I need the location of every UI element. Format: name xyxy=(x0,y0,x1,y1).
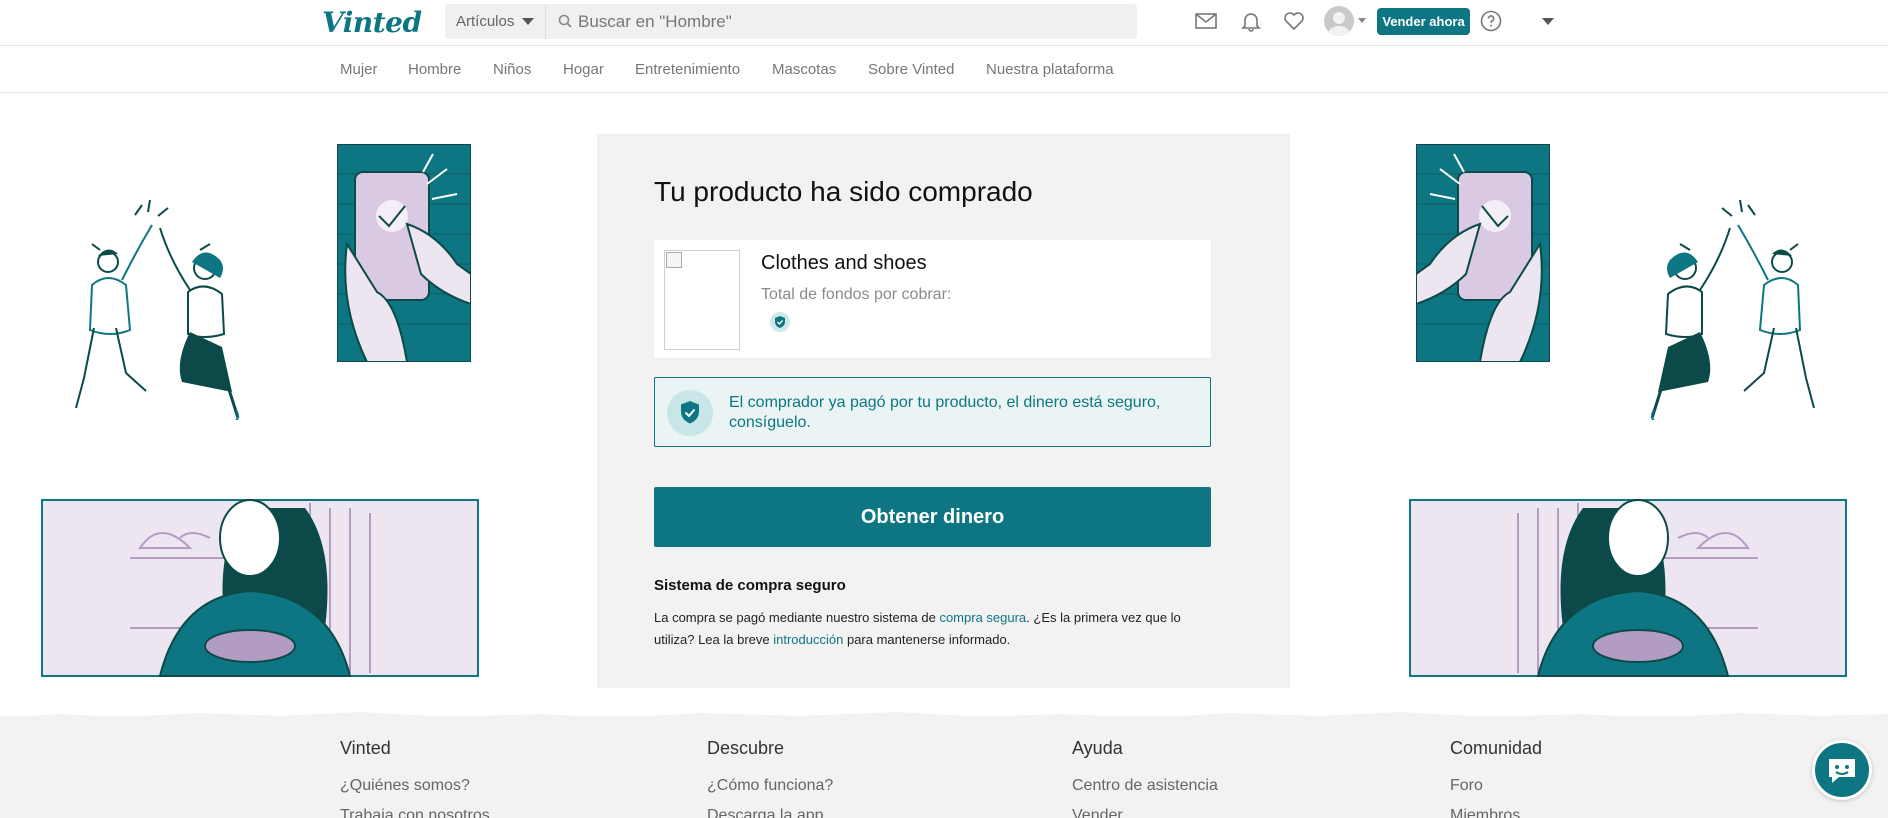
footer-col-descubre: Descubre ¿Cómo funciona? Descarga la app xyxy=(707,738,833,818)
chat-support-button[interactable] xyxy=(1812,740,1872,800)
shield-check-icon xyxy=(667,390,713,436)
secure-purchase-link[interactable]: compra segura xyxy=(939,610,1026,625)
nav-item-mascotas[interactable]: Mascotas xyxy=(772,61,836,78)
footer-heading: Descubre xyxy=(707,738,785,758)
page: Vinted Artículos Buscar en "Hombre" Vend… xyxy=(0,0,1888,818)
sell-now-button[interactable]: Vender ahora xyxy=(1377,8,1470,35)
footer-heading: Ayuda xyxy=(1072,738,1123,758)
category-select[interactable]: Artículos xyxy=(445,4,546,39)
broken-image-icon xyxy=(666,252,682,268)
vinted-logo[interactable]: Vinted xyxy=(322,6,422,39)
footer-link[interactable]: Centro de asistencia xyxy=(1072,777,1218,795)
nav-item-hombre[interactable]: Hombre xyxy=(408,61,461,78)
footer-link[interactable]: Miembros xyxy=(1450,807,1542,818)
nav-item-sobre-vinted[interactable]: Sobre Vinted xyxy=(868,61,954,78)
purchase-confirmation-card: Tu producto ha sido comprado Clothes and… xyxy=(597,134,1290,688)
footer-link[interactable]: ¿Quiénes somos? xyxy=(340,777,490,795)
closet-woman-illustration-left xyxy=(41,499,479,677)
footer-link[interactable]: Trabaja con nosotros xyxy=(340,807,490,818)
item-title: Clothes and shoes xyxy=(761,252,927,274)
search-bar: Artículos xyxy=(445,4,1137,39)
bell-icon[interactable] xyxy=(1239,9,1263,33)
search-icon xyxy=(558,14,572,28)
shield-check-icon xyxy=(770,312,790,332)
get-money-button[interactable]: Obtener dinero xyxy=(654,487,1211,547)
footer: Vinted ¿Quiénes somos? Trabaja con nosot… xyxy=(0,716,1888,818)
footer-link[interactable]: Vender xyxy=(1072,807,1218,818)
high-five-illustration-right xyxy=(1650,200,1815,420)
closet-woman-illustration-right xyxy=(1409,499,1847,677)
introduction-link[interactable]: introducción xyxy=(773,632,843,647)
top-header: Vinted Artículos Buscar en "Hombre" Vend… xyxy=(0,0,1888,46)
page-title: Tu producto ha sido comprado xyxy=(654,176,1033,207)
alert-message: El comprador ya pagó por tu producto, el… xyxy=(729,394,1161,431)
category-select-label: Artículos xyxy=(456,13,515,30)
footer-link[interactable]: Descarga la app xyxy=(707,807,833,818)
secure-text-part: para mantenerse informado. xyxy=(843,632,1011,647)
footer-heading: Comunidad xyxy=(1450,738,1543,758)
secure-text-part: La compra se pagó mediante nuestro siste… xyxy=(654,610,940,625)
mail-icon[interactable] xyxy=(1194,9,1218,33)
phone-hand-illustration-left xyxy=(337,144,471,362)
nav-item-hogar[interactable]: Hogar xyxy=(563,61,604,78)
user-icon xyxy=(1328,12,1350,36)
nav-item-ninos[interactable]: Niños xyxy=(493,61,531,78)
language-dropdown-icon[interactable] xyxy=(1542,18,1554,25)
nav-item-entretenimiento[interactable]: Entretenimiento xyxy=(635,61,740,78)
nav-item-nuestra-plataforma[interactable]: Nuestra plataforma xyxy=(986,61,1114,78)
high-five-illustration-left xyxy=(75,200,240,420)
footer-heading: Vinted xyxy=(340,738,391,758)
secure-system-heading: Sistema de compra seguro xyxy=(654,577,846,594)
footer-link[interactable]: Foro xyxy=(1450,777,1542,795)
avatar[interactable] xyxy=(1324,6,1354,36)
chevron-down-icon xyxy=(522,18,535,25)
phone-hand-illustration-right xyxy=(1416,144,1550,362)
footer-col-comunidad: Comunidad Foro Miembros xyxy=(1450,738,1542,818)
nav-item-mujer[interactable]: Mujer xyxy=(340,61,378,78)
secure-system-text: La compra se pagó mediante nuestro siste… xyxy=(654,607,1214,651)
search-input[interactable] xyxy=(578,4,1118,39)
footer-col-vinted: Vinted ¿Quiénes somos? Trabaja con nosot… xyxy=(340,738,490,818)
footer-link[interactable]: ¿Cómo funciona? xyxy=(707,777,833,795)
category-nav: Mujer Hombre Niños Hogar Entretenimiento… xyxy=(0,46,1888,93)
funds-label: Total de fondos por cobrar: xyxy=(761,286,952,303)
payment-secured-alert: El comprador ya pagó por tu producto, el… xyxy=(654,377,1211,447)
footer-col-ayuda: Ayuda Centro de asistencia Vender xyxy=(1072,738,1218,818)
help-icon[interactable] xyxy=(1479,9,1503,33)
item-summary: Clothes and shoes Total de fondos por co… xyxy=(654,240,1211,358)
item-image[interactable] xyxy=(664,250,740,350)
avatar-caret-icon[interactable] xyxy=(1358,18,1366,23)
heart-icon[interactable] xyxy=(1282,9,1306,33)
chat-bubble-icon xyxy=(1829,759,1855,783)
